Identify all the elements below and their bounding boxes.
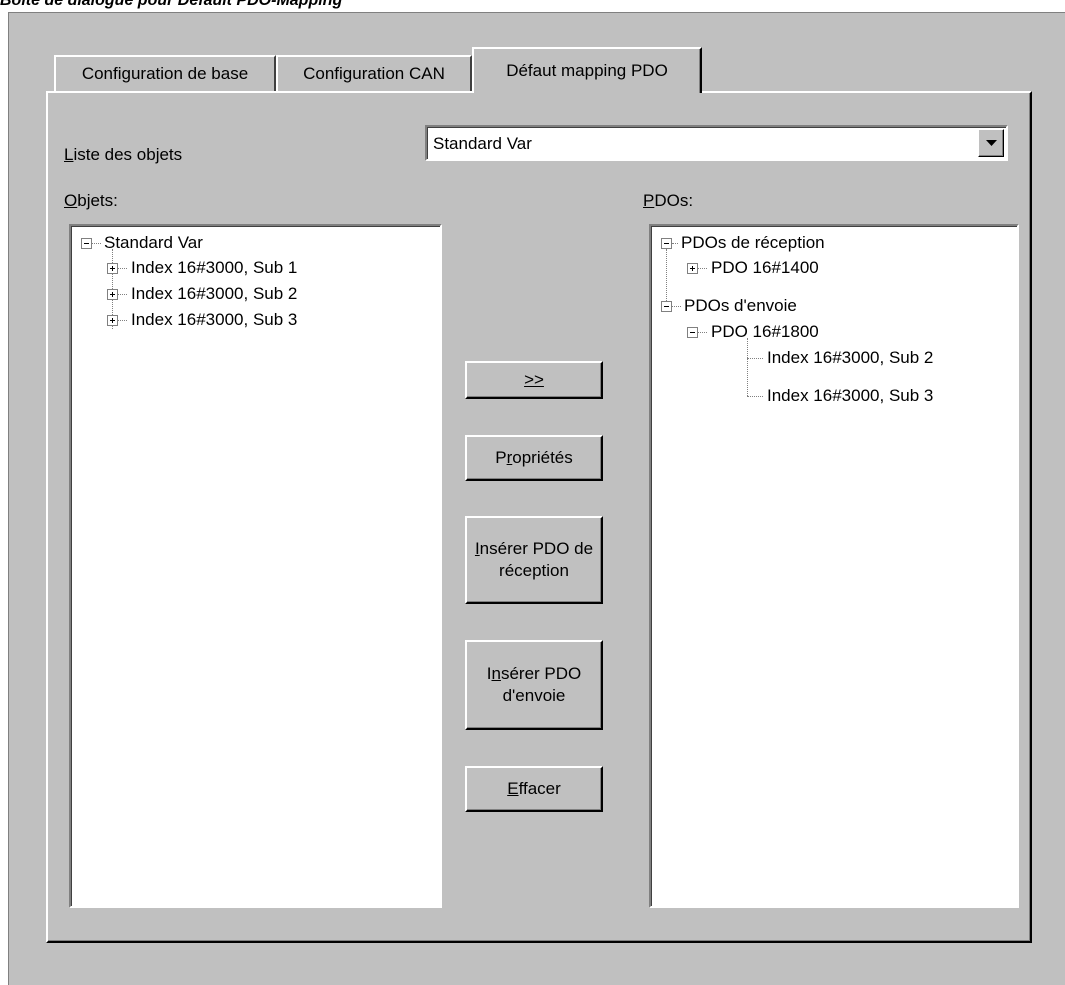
tree-node[interactable]: Index 16#3000, Sub 2 [767, 347, 933, 369]
triangle-down-icon [986, 140, 997, 146]
tree-connector [118, 294, 127, 295]
tree-node[interactable]: Index 16#3000, Sub 2 [131, 283, 297, 305]
object-list-value: Standard Var [433, 134, 532, 153]
objects-tree-content: Standard Var Index 16#3000, Sub 1 Index … [71, 226, 440, 906]
tree-node[interactable]: Index 16#3000, Sub 3 [131, 309, 297, 331]
tree-node[interactable]: PDOs de réception [681, 232, 825, 254]
figure-caption: Boîte de dialogue pour Défault PDO-Mappi… [0, 0, 343, 9]
minus-box-icon[interactable] [81, 238, 92, 249]
minus-box-icon[interactable] [687, 327, 698, 338]
tab-defaut-mapping-pdo[interactable]: Défaut mapping PDO [472, 47, 702, 93]
tree-node[interactable]: PDO 16#1400 [711, 257, 819, 279]
pdos-tree[interactable]: PDOs de réception PDO 16#1400 PDOs d'env… [649, 224, 1019, 908]
tree-connector [672, 243, 678, 244]
insert-send-pdo-button[interactable]: Insérer PDO d'envoie [465, 640, 603, 730]
tree-node[interactable]: Standard Var [104, 232, 203, 254]
plus-box-icon[interactable] [107, 263, 118, 274]
move-right-button[interactable]: >> [465, 361, 603, 399]
tree-connector [118, 320, 127, 321]
tree-connector [698, 268, 707, 269]
tree-connector [747, 338, 748, 396]
tree-connector [698, 332, 707, 333]
tree-connector [747, 358, 763, 359]
tab-label: Configuration de base [81, 64, 249, 83]
tab-label: Configuration CAN [303, 64, 445, 83]
tree-node[interactable]: PDO 16#1800 [711, 321, 819, 343]
pdos-label: PDOs: [643, 191, 694, 210]
tree-node[interactable]: Index 16#3000, Sub 3 [767, 385, 933, 407]
insert-receive-pdo-button[interactable]: Insérer PDO de réception [465, 516, 603, 604]
object-list-dropdown[interactable]: Standard Var [425, 125, 1008, 161]
plus-box-icon[interactable] [687, 263, 698, 274]
pdos-tree-content: PDOs de réception PDO 16#1400 PDOs d'env… [651, 226, 1017, 906]
tree-connector [672, 306, 681, 307]
properties-button[interactable]: Propriétés [465, 435, 603, 481]
minus-box-icon[interactable] [661, 238, 672, 249]
tree-node[interactable]: PDOs d'envoie [684, 295, 797, 317]
tab-configuration-de-base[interactable]: Configuration de base [54, 55, 276, 91]
dialog-window: Configuration de base Configuration CAN … [8, 12, 1065, 985]
plus-box-icon[interactable] [107, 315, 118, 326]
object-list-label: Liste des objets [64, 145, 183, 164]
tree-connector [118, 268, 127, 269]
tab-label: Défaut mapping PDO [506, 61, 668, 80]
objects-label: Objets: [64, 191, 118, 210]
objects-tree[interactable]: Standard Var Index 16#3000, Sub 1 Index … [69, 224, 442, 908]
tree-connector [92, 243, 101, 244]
tree-node[interactable]: Index 16#3000, Sub 1 [131, 257, 297, 279]
tree-connector [747, 396, 763, 397]
dropdown-button[interactable] [978, 129, 1004, 157]
tab-configuration-can[interactable]: Configuration CAN [276, 55, 472, 91]
delete-button[interactable]: Effacer [465, 766, 603, 812]
plus-box-icon[interactable] [107, 289, 118, 300]
minus-box-icon[interactable] [661, 301, 672, 312]
tree-connector [666, 249, 667, 307]
